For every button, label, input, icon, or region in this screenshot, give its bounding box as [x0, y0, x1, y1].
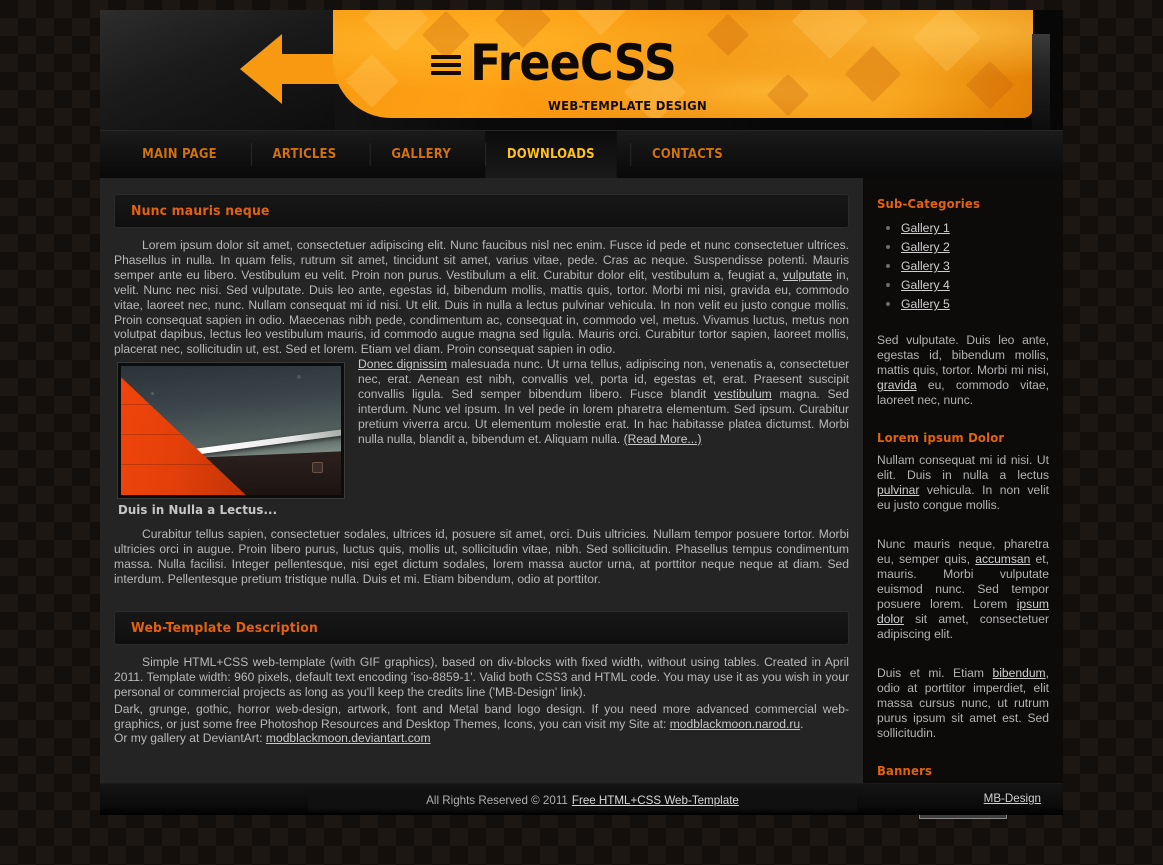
photo-detail-dot-2: [297, 375, 301, 380]
description-paragraph-3: Or my gallery at DeviantArt: modblackmoo…: [114, 731, 849, 746]
sidebar-title-banners: Banners: [877, 763, 933, 778]
article-paragraph-2: Curabitur tellus sapien, consectetuer so…: [114, 527, 849, 586]
nav-item-contacts[interactable]: CONTACTS: [630, 131, 744, 178]
main-navigation: MAIN PAGE ARTICLES GALLERY DOWNLOADS CON…: [100, 130, 1063, 178]
list-item: Gallery 4: [901, 276, 1049, 294]
sidebar-title-lorem-ipsum-dolor: Lorem ipsum Dolor: [877, 430, 1005, 445]
desc2-text-b: .: [800, 716, 804, 731]
footer-template-link[interactable]: Free HTML+CSS Web-Template: [572, 794, 739, 807]
nav-item-main-page[interactable]: MAIN PAGE: [121, 131, 239, 178]
article-paragraph-1: Lorem ipsum dolor sit amet, consectetuer…: [114, 238, 849, 357]
sidebar-paragraph-4: Duis et mi. Etiam bibendum, odio at port…: [877, 666, 1049, 741]
description-paragraph-2: Dark, grunge, gothic, horror web-design,…: [114, 702, 849, 732]
sidebar-link-bibendum[interactable]: bibendum: [993, 666, 1046, 680]
nav-item-gallery[interactable]: GALLERY: [369, 131, 473, 178]
sidebar-paragraph-2: Nullam consequat mi id nisi. Ut elit. Du…: [877, 453, 1049, 513]
sidebar-link-pulvinar[interactable]: pulvinar: [877, 483, 919, 497]
side1-text-a: Sed vulputate. Duis leo ante, egestas id…: [877, 333, 1049, 377]
section-header-web-template-description: Web-Template Description: [114, 610, 849, 645]
side2-text-a: Nullam consequat mi id nisi. Ut elit. Du…: [877, 453, 1049, 482]
section-header-nunc-mauris-neque: Nunc mauris neque: [114, 194, 849, 228]
link-vulputate[interactable]: vulputate: [783, 268, 832, 282]
read-more-link[interactable]: (Read More...): [624, 432, 702, 446]
page-bottom-shadow: [100, 807, 1063, 815]
section-title-2: Web-Template Description: [131, 619, 319, 636]
sidebar-link-gravida[interactable]: gravida: [877, 378, 917, 392]
link-modblackmoon-narod[interactable]: modblackmoon.narod.ru: [670, 717, 800, 731]
sidebar-title-sub-categories: Sub-Categories: [877, 196, 981, 211]
description-paragraph-1: Simple HTML+CSS web-template (with GIF g…: [114, 654, 849, 699]
footer-mb-design-link[interactable]: MB-Design: [984, 792, 1041, 805]
sidebar-paragraph-3: Nunc mauris neque, pharetra eu, semper q…: [877, 537, 1049, 642]
back-arrow-icon: [240, 34, 340, 104]
header-side-rail: [1032, 34, 1050, 130]
list-item: Gallery 2: [901, 238, 1049, 256]
sidebar-link-gallery-3[interactable]: Gallery 3: [901, 259, 950, 273]
site-page: FreeCSS WEB-TEMPLATE DESIGN MAIN PAGE AR…: [100, 10, 1063, 819]
nav-item-downloads[interactable]: DOWNLOADS: [485, 131, 617, 178]
list-item: Gallery 5: [901, 295, 1049, 313]
side4-text-a: Duis et mi. Etiam: [877, 666, 993, 680]
para1-link-donec[interactable]: Donec dignissim: [358, 357, 447, 371]
section-title: Nunc mauris neque: [131, 203, 270, 219]
subheading-duis-in-nulla: Duis in Nulla a Lectus...: [118, 502, 278, 518]
article-photo: [117, 362, 345, 500]
photo-lamp: [312, 462, 323, 474]
page-body: Nunc mauris neque Lorem ipsum dolor sit …: [100, 178, 1063, 819]
sidebar-link-gallery-1[interactable]: Gallery 1: [901, 221, 950, 235]
sidebar-link-gallery-4[interactable]: Gallery 4: [901, 278, 950, 292]
nav-item-articles[interactable]: ARTICLES: [250, 131, 358, 178]
link-vestibulum[interactable]: vestibulum: [714, 387, 772, 401]
site-logo-subtitle: WEB-TEMPLATE DESIGN: [548, 98, 707, 113]
para1-text-a: Lorem ipsum dolor sit amet, consectetuer…: [114, 238, 849, 282]
main-content: Nunc mauris neque Lorem ipsum dolor sit …: [100, 178, 863, 783]
link-modblackmoon-deviantart[interactable]: modblackmoon.deviantart.com: [266, 731, 431, 745]
site-logo-title: FreeCSS: [470, 34, 677, 92]
sidebar-link-accumsan[interactable]: accumsan: [975, 552, 1030, 566]
right-sidebar: Sub-Categories Gallery 1 Gallery 2 Galle…: [863, 178, 1063, 819]
equals-mark-icon: [431, 55, 461, 75]
site-header: FreeCSS WEB-TEMPLATE DESIGN: [100, 10, 1063, 130]
photo-detail-dot: [151, 392, 154, 396]
sidebar-gallery-list: Gallery 1 Gallery 2 Gallery 3 Gallery 4 …: [877, 219, 1049, 313]
desc3-text-a: Or my gallery at DeviantArt:: [114, 731, 266, 746]
sidebar-paragraph-1: Sed vulputate. Duis leo ante, egestas id…: [877, 333, 1049, 408]
list-item: Gallery 1: [901, 219, 1049, 237]
sidebar-link-gallery-2[interactable]: Gallery 2: [901, 240, 950, 254]
sidebar-link-gallery-5[interactable]: Gallery 5: [901, 297, 950, 311]
footer-copy-text: All Rights Reserved © 2011: [426, 793, 568, 807]
list-item: Gallery 3: [901, 257, 1049, 275]
